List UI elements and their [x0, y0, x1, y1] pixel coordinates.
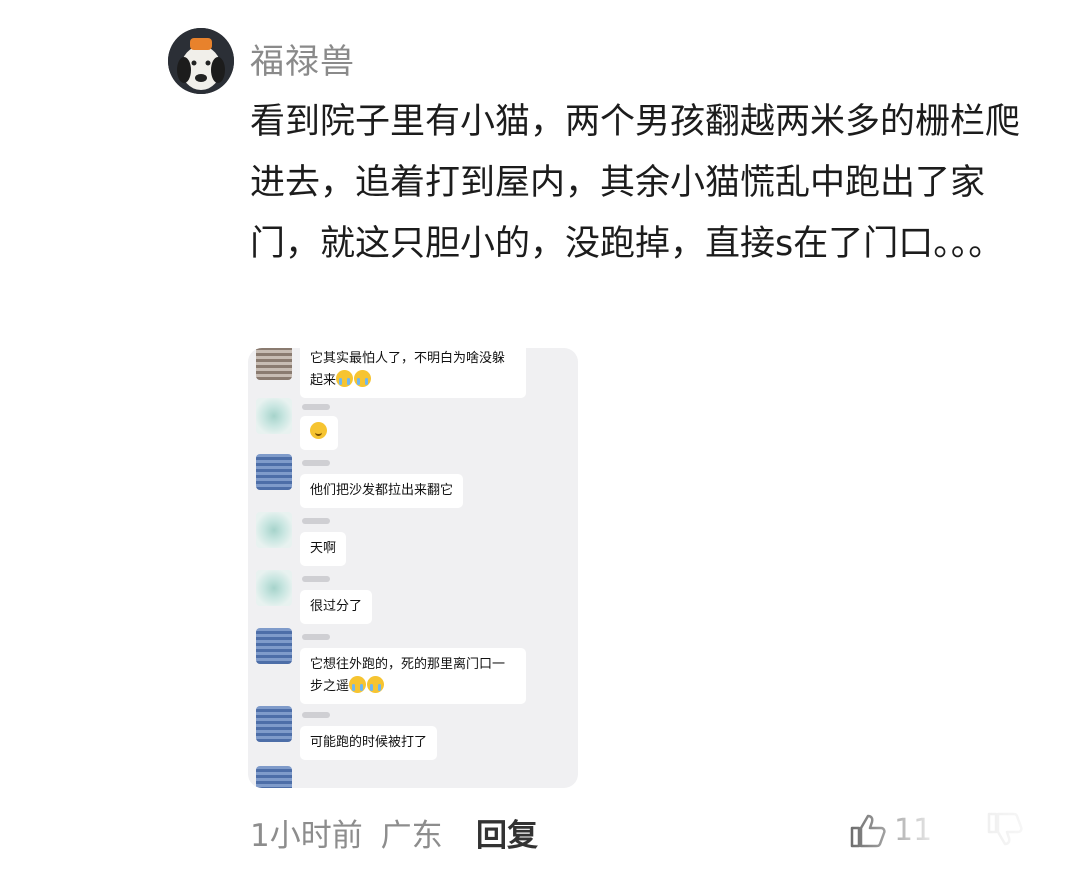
chat-text: 可能跑的时候被打了 [310, 735, 428, 750]
crying-emoji-icon [354, 370, 372, 387]
chat-bubble: 可能跑的时候被打了 [300, 726, 438, 760]
chat-bubble: 天啊 [300, 532, 347, 566]
chat-screenshot-image[interactable]: 它其实最怕人了，不明白为啥没躲 起来 他们把沙发都拉出来翻它 天啊 很过分了 它… [248, 348, 578, 788]
chat-bubble: 很过分了 [300, 590, 373, 624]
crying-emoji-icon [336, 370, 354, 387]
chat-nickname-blurred [302, 460, 330, 466]
reply-button[interactable]: 回复 [476, 810, 538, 855]
crying-emoji-icon [349, 676, 367, 693]
chat-bubble [300, 416, 338, 450]
chat-nickname-blurred [302, 634, 330, 640]
comment-location: 广东 [380, 818, 443, 854]
chat-bubble: 他们把沙发都拉出来翻它 [300, 474, 464, 508]
chat-avatar [256, 348, 292, 380]
chat-avatar [256, 454, 292, 490]
chat-bubble: 它想往外跑的，死的那里离门口一 步之遥 [300, 648, 526, 704]
comment-meta: 1小时前 广东 [250, 810, 443, 855]
chat-bubble: 它其实最怕人了，不明白为啥没躲 起来 [300, 348, 526, 398]
chat-avatar [256, 512, 292, 548]
chat-nickname-blurred [302, 712, 330, 718]
chat-avatar [256, 766, 292, 788]
chat-text: 它其实最怕人了，不明白为啥没躲 [310, 351, 506, 366]
username[interactable]: 福禄兽 [250, 34, 355, 83]
comment-text: 看到院子里有小猫，两个男孩翻越两米多的栅栏爬进去，追着打到屋内，其余小猫慌乱中跑… [250, 102, 1021, 264]
user-avatar[interactable] [168, 28, 234, 94]
chat-text: 他们把沙发都拉出来翻它 [310, 483, 454, 498]
crying-emoji-icon [367, 676, 385, 693]
chat-text: 天啊 [310, 541, 337, 556]
chat-avatar [256, 398, 292, 434]
smile-emoji-icon [310, 422, 327, 439]
footer-fade-overlay [835, 800, 1073, 860]
chat-nickname-blurred [302, 518, 330, 524]
chat-text: 步之遥 [310, 679, 350, 694]
comment-time: 1小时前 [250, 818, 363, 854]
chat-avatar [256, 570, 292, 606]
chat-nickname-blurred [302, 404, 330, 410]
chat-text: 很过分了 [310, 599, 363, 614]
chat-text: 起来 [310, 373, 337, 388]
chat-text: 它想往外跑的，死的那里离门口一 [310, 657, 506, 672]
chat-nickname-blurred [302, 576, 330, 582]
chat-avatar [256, 628, 292, 664]
avatar-dog-image [168, 28, 234, 94]
chat-avatar [256, 706, 292, 742]
